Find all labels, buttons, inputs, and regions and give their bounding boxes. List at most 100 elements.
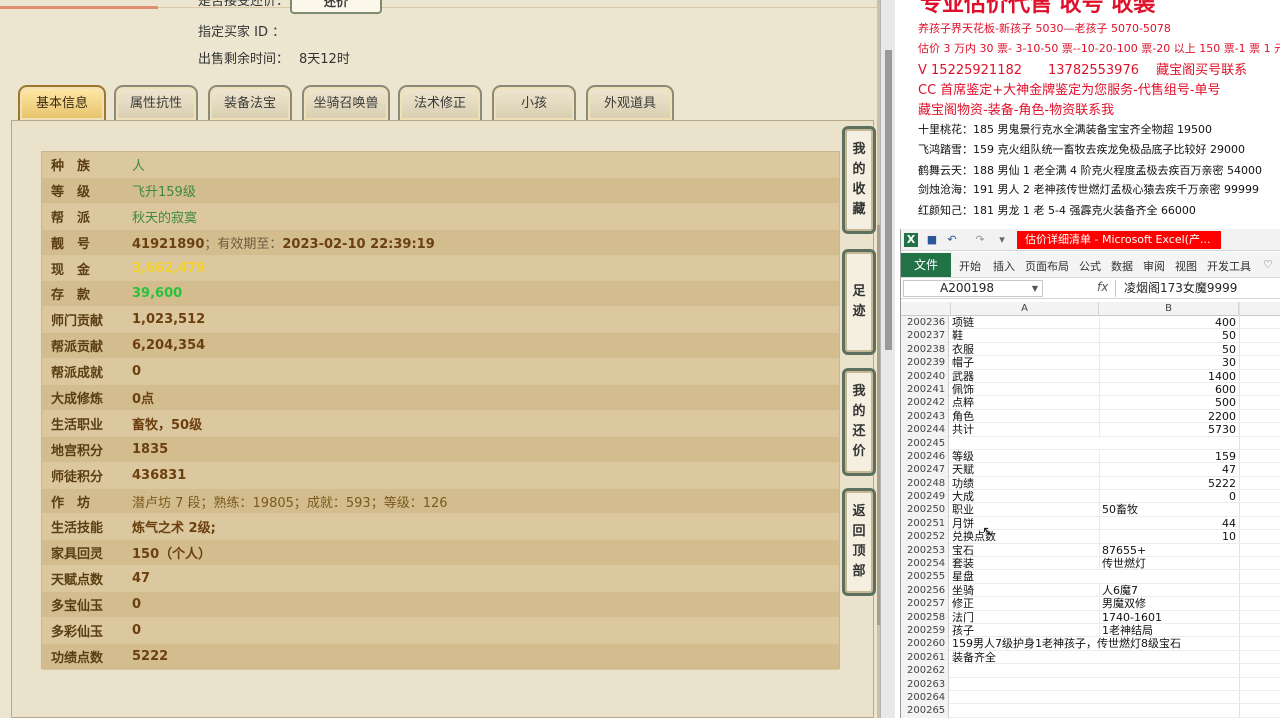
row-number[interactable]: 200250 xyxy=(901,503,949,517)
sheet-row[interactable]: 200252 兑换点数 10 xyxy=(901,530,1280,544)
cell-a[interactable]: 天赋 xyxy=(951,463,1099,476)
cell-a[interactable]: 等级 xyxy=(951,450,1099,463)
undo-icon[interactable]: ↶ xyxy=(945,233,959,247)
cell-a[interactable]: 修正 xyxy=(951,597,1099,610)
cell-b[interactable]: 传世燃灯 xyxy=(1099,557,1239,571)
sheet-row[interactable]: 200248 功绩 5222 xyxy=(901,476,1280,491)
cell-b[interactable]: 10 xyxy=(1099,530,1239,544)
row-number[interactable]: 200249 xyxy=(901,490,949,504)
quick-access-dropdown-icon[interactable]: ▾ xyxy=(995,233,1009,247)
sheet-row[interactable]: 200242 点粹 500 xyxy=(901,396,1280,410)
tab-attributes[interactable]: 属性抗性 xyxy=(114,85,198,120)
sheet-row[interactable]: 200238 衣服 50 xyxy=(901,342,1280,357)
row-number[interactable]: 200258 xyxy=(901,610,949,624)
cell-a[interactable]: 帽子 xyxy=(951,356,1099,369)
sheet-row[interactable]: 200250 职业 50畜牧 xyxy=(901,503,1280,517)
cell-a[interactable]: 衣服 xyxy=(951,343,1099,356)
name-box-dropdown-icon[interactable]: ▼ xyxy=(1032,281,1038,296)
sheet-grid[interactable]: 200236 项链 400 200237 鞋 50 200238 衣服 50 200239 帽子 30… xyxy=(901,316,1280,718)
row-number[interactable]: 200254 xyxy=(901,557,949,571)
row-number[interactable]: 200252 xyxy=(901,530,949,544)
cell-a[interactable]: 159男人7级护身1老神孩子，传世燃灯8级宝石 xyxy=(951,637,1181,650)
cell-b[interactable]: 500 xyxy=(1099,396,1239,410)
column-header-b[interactable]: B xyxy=(1099,302,1239,316)
back-to-top-button[interactable]: 返回顶部 xyxy=(842,488,876,596)
cell-b[interactable]: 50 xyxy=(1099,329,1239,343)
tab-spell-modifiers[interactable]: 法术修正 xyxy=(398,85,482,120)
sheet-row[interactable]: 200236 项链 400 xyxy=(901,316,1280,330)
divider-scroll-thumb[interactable] xyxy=(885,50,892,350)
ribbon-tab-review[interactable]: 审阅 xyxy=(1143,258,1165,274)
cell-b[interactable]: 50畜牧 xyxy=(1099,503,1239,517)
sheet-row[interactable]: 200244 共计 5730 xyxy=(901,423,1280,437)
sheet-row[interactable]: 200249 大成 0 xyxy=(901,490,1280,504)
cell-a[interactable]: 套装 xyxy=(951,557,1099,570)
cell-b[interactable]: 159 xyxy=(1099,449,1239,463)
cell-b[interactable]: 男魔双修 xyxy=(1099,597,1239,611)
sheet-row[interactable]: 200243 角色 2200 xyxy=(901,409,1280,424)
insert-function-icon[interactable]: fx xyxy=(1097,280,1108,294)
sheet-row[interactable]: 200262 xyxy=(901,664,1280,678)
redo-icon[interactable]: ↷ xyxy=(973,233,987,247)
row-number[interactable]: 200253 xyxy=(901,543,949,558)
ribbon-tab-page-layout[interactable]: 页面布局 xyxy=(1025,258,1069,274)
sheet-row[interactable]: 200260 159男人7级护身1老神孩子，传世燃灯8级宝石 xyxy=(901,637,1280,651)
sheet-row[interactable]: 200257 修正 男魔双修 xyxy=(901,597,1280,611)
row-number[interactable]: 200236 xyxy=(901,316,949,330)
row-number[interactable]: 200240 xyxy=(901,369,949,383)
cell-b[interactable]: 2200 xyxy=(1099,409,1239,423)
sheet-row[interactable]: 200258 法门 1740-1601 xyxy=(901,610,1280,624)
tab-appearance[interactable]: 外观道具 xyxy=(586,85,674,120)
cell-a[interactable]: 宝石 xyxy=(951,544,1099,557)
cell-a[interactable]: 佩饰 xyxy=(951,383,1099,396)
row-number[interactable]: 200263 xyxy=(901,677,949,691)
row-number[interactable]: 200245 xyxy=(901,436,949,450)
ribbon-tab-developer[interactable]: 开发工具 xyxy=(1207,258,1251,274)
row-number[interactable]: 200257 xyxy=(901,597,949,611)
row-number[interactable]: 200237 xyxy=(901,329,949,343)
row-number[interactable]: 200259 xyxy=(901,623,949,638)
cell-b[interactable]: 44 xyxy=(1099,516,1239,530)
cell-b[interactable]: 600 xyxy=(1099,382,1239,396)
sheet-row[interactable]: 200259 孩子 1老神结局 xyxy=(901,623,1280,638)
cell-a[interactable]: 鞋 xyxy=(951,329,1099,342)
tab-children[interactable]: 小孩 xyxy=(492,85,576,120)
cell-a[interactable]: 功绩 xyxy=(951,477,1099,490)
row-number[interactable]: 200264 xyxy=(901,690,949,705)
row-number[interactable]: 200248 xyxy=(901,476,949,491)
cell-b[interactable]: 47 xyxy=(1099,463,1239,477)
column-header-a[interactable]: A xyxy=(951,302,1099,316)
cell-b[interactable]: 人6魔7 xyxy=(1099,583,1239,597)
row-number[interactable]: 200255 xyxy=(901,570,949,584)
row-number[interactable]: 200261 xyxy=(901,650,949,665)
excel-app-icon[interactable]: X xyxy=(904,233,918,247)
ribbon-tab-view[interactable]: 视图 xyxy=(1175,258,1197,274)
tab-mounts-pets[interactable]: 坐骑召唤兽 xyxy=(302,85,390,120)
counter-offer-button[interactable]: 还价 xyxy=(290,0,382,14)
ribbon-collapse-icon[interactable]: ♡ xyxy=(1263,258,1273,271)
row-number[interactable]: 200260 xyxy=(901,637,949,651)
file-tab[interactable]: 文件 xyxy=(901,253,951,277)
cell-a[interactable]: 星盘 xyxy=(951,570,1099,583)
cell-b[interactable]: 87655+ xyxy=(1099,543,1239,557)
sheet-row[interactable]: 200256 坐骑 人6魔7 xyxy=(901,583,1280,598)
sheet-row[interactable]: 200247 天赋 47 xyxy=(901,463,1280,477)
cell-b[interactable]: 400 xyxy=(1099,316,1239,329)
save-icon[interactable]: ■ xyxy=(925,233,939,247)
row-number[interactable]: 200247 xyxy=(901,463,949,477)
sheet-row[interactable]: 200245 xyxy=(901,436,1280,450)
name-box[interactable]: A200198 ▼ xyxy=(903,280,1043,297)
cell-b[interactable]: 5730 xyxy=(1099,423,1239,437)
cell-a[interactable]: 角色 xyxy=(951,410,1099,423)
sheet-row[interactable]: 200253 宝石 87655+ xyxy=(901,543,1280,558)
cell-b[interactable]: 30 xyxy=(1099,356,1239,370)
cell-b[interactable]: 1400 xyxy=(1099,369,1239,383)
row-number[interactable]: 200239 xyxy=(901,356,949,370)
row-number[interactable]: 200244 xyxy=(901,423,949,437)
row-number[interactable]: 200242 xyxy=(901,396,949,410)
cell-b[interactable]: 1老神结局 xyxy=(1099,623,1239,637)
cell-a[interactable]: 孩子 xyxy=(951,624,1099,637)
row-number[interactable]: 200238 xyxy=(901,342,949,357)
row-number[interactable]: 200251 xyxy=(901,516,949,531)
sheet-row[interactable]: 200239 帽子 30 xyxy=(901,356,1280,370)
